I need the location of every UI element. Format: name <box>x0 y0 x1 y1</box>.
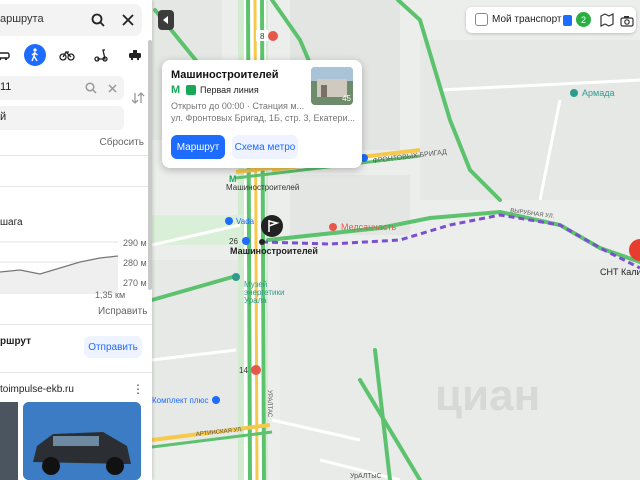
walk-mode-icon[interactable] <box>24 44 46 66</box>
panel-scrollbar[interactable] <box>148 40 152 290</box>
divider <box>0 155 152 156</box>
metro-label-top: Машиностроителей <box>226 183 299 192</box>
ad-domain[interactable]: toimpulse-ekb.ru <box>0 384 74 395</box>
photo-count: 45 <box>342 94 351 103</box>
send-button[interactable]: Отправить <box>84 336 142 358</box>
house-number-26: 26 <box>229 237 238 246</box>
metro-line-color <box>186 85 196 95</box>
my-transport-checkbox[interactable] <box>475 13 488 26</box>
metro-label-bottom: Машиностроителей <box>230 246 318 256</box>
scooter-mode-icon[interactable] <box>90 44 112 66</box>
pin-icon-14[interactable] <box>251 365 261 375</box>
metro-logo-icon: M <box>171 84 181 96</box>
label-snt: СНТ Кали <box>600 267 640 277</box>
ad-image-left[interactable] <box>0 402 18 480</box>
street-uvaltas: УРАЛТАС <box>266 390 272 418</box>
elevation-chart <box>0 241 118 294</box>
label-armada: Армада <box>582 88 614 98</box>
taxi-mode-icon[interactable] <box>124 44 146 66</box>
label-museum-3: Урала <box>244 296 267 305</box>
elevation-label-280: 280 м <box>123 258 147 268</box>
vada-icon[interactable] <box>225 217 233 225</box>
elevation-title: шага <box>0 217 23 228</box>
route-point-a-field[interactable]: й <box>0 106 124 130</box>
route-point-a-value[interactable]: й <box>0 111 6 123</box>
route-panel: аршрута 11 й Сбросить шага 290 м 280 м 2… <box>0 0 152 480</box>
place-card: Машиностроителей M Первая линия Открыто … <box>162 60 362 168</box>
medsanchast-icon[interactable] <box>329 223 337 231</box>
place-hours: Открыто до 00:00 · Станция м... <box>171 101 305 111</box>
car-mode-icon[interactable] <box>0 44 14 66</box>
close-icon[interactable] <box>121 13 135 27</box>
distance-value: 1,35 км <box>95 290 126 300</box>
museum-icon[interactable] <box>232 273 240 281</box>
send-route-title: ршрут <box>0 336 32 347</box>
label-uhtats: УрАЛТыС <box>350 473 382 480</box>
ad-menu-icon[interactable]: ⋮ <box>132 382 144 396</box>
swap-points-icon[interactable] <box>130 90 146 106</box>
place-title[interactable]: Машиностроителей <box>171 69 279 81</box>
metro-scheme-button[interactable]: Схема метро <box>232 135 298 159</box>
label-komplekt: Комплект плюс <box>152 396 209 405</box>
komplekt-icon[interactable] <box>212 396 220 404</box>
route-start-pin-icon[interactable] <box>261 215 283 237</box>
route-start-dot <box>259 239 265 245</box>
pin-icon-8[interactable] <box>268 31 278 41</box>
route-point-b-field[interactable]: 11 <box>0 76 124 100</box>
divider <box>0 372 152 373</box>
house-number-14: 14 <box>239 366 248 375</box>
watermark-text: циан <box>435 371 540 420</box>
route-point-b-value[interactable]: 11 <box>0 81 11 93</box>
elevation-label-270: 270 м <box>123 278 147 288</box>
route-search-input[interactable]: аршрута <box>0 13 44 25</box>
route-search-box[interactable]: аршрута <box>0 4 142 36</box>
bus-icon[interactable] <box>563 15 572 26</box>
fix-link[interactable]: Исправить <box>98 306 147 317</box>
my-transport-toolbar: Мой транспорт 2 <box>466 7 636 33</box>
divider <box>0 324 152 325</box>
place-photo[interactable]: 45 <box>311 67 353 105</box>
camera-icon[interactable] <box>620 14 634 32</box>
field-search-icon[interactable] <box>84 81 98 95</box>
transport-count-badge: 2 <box>576 12 591 27</box>
bus-stop-icon-26[interactable] <box>242 237 250 245</box>
metro-line-name: Первая линия <box>200 85 259 95</box>
bike-mode-icon[interactable] <box>56 44 78 66</box>
route-button[interactable]: Маршрут <box>171 135 225 159</box>
metro-m-icon[interactable]: M <box>229 174 237 184</box>
my-transport-label[interactable]: Мой транспорт <box>492 14 562 25</box>
label-vada: Vada <box>236 217 255 226</box>
transport-mode-row <box>0 44 152 70</box>
collapse-panel-button[interactable] <box>158 10 174 30</box>
metro-map-icon[interactable] <box>600 13 614 32</box>
armada-icon[interactable] <box>570 89 578 97</box>
divider <box>0 186 152 187</box>
field-clear-icon[interactable] <box>106 82 118 94</box>
place-address: ул. Фронтовых Бригад, 1Б, стр. 3, Екатер… <box>171 113 355 123</box>
search-icon[interactable] <box>90 12 106 28</box>
reset-button[interactable]: Сбросить <box>100 137 144 148</box>
elevation-label-290: 290 м <box>123 238 147 248</box>
svg-text:8: 8 <box>260 32 265 41</box>
ad-image-car[interactable] <box>23 402 141 480</box>
label-medsanchast: Медсанчасть <box>341 222 396 232</box>
